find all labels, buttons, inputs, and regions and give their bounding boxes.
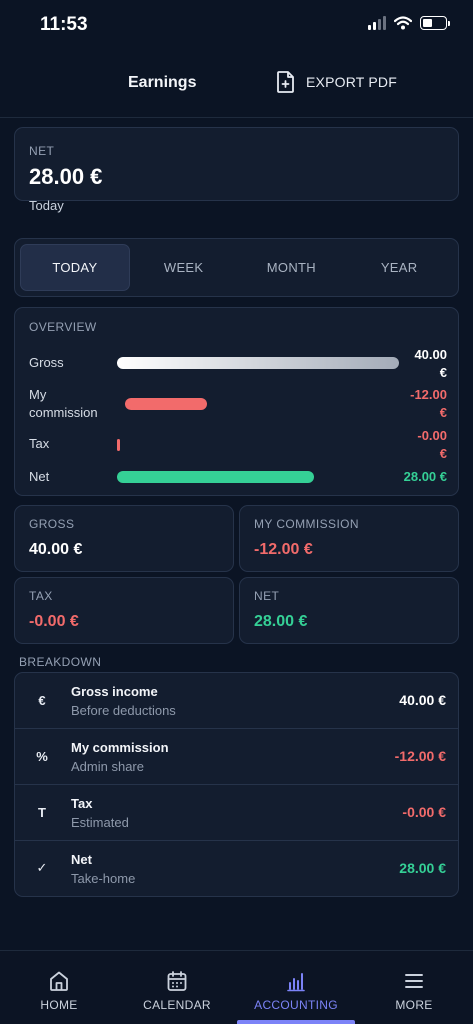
gross-summary-label: GROSS [29,517,75,531]
commission-summary-card: MY COMMISSION -12.00 € [239,505,459,572]
overview-row-tax: Tax -0.00 € [29,427,447,463]
tab-year[interactable]: YEAR [345,244,453,291]
overview-track-commission [125,398,399,410]
commission-summary-value: -12.00 € [254,541,313,558]
net-summary-label: NET [254,589,280,603]
overview-card: OVERVIEW Gross 40.00 € My commission -12.0… [14,307,459,496]
breakdown-title-tax: Tax [71,796,93,811]
gross-summary-card: GROSS 40.00 € [14,505,234,572]
page-title: Earnings [128,74,197,91]
breakdown-title: BREAKDOWN [19,655,102,669]
breakdown-subtitle-net: Take-home [71,871,136,886]
nav-more[interactable]: MORE [355,951,473,1024]
breakdown-subtitle-gross: Before deductions [71,703,176,718]
breakdown-title-commission: My commission [71,740,169,755]
breakdown-row-tax: T Tax Estimated -0.00 € [15,785,458,841]
overview-label-tax: Tax [29,436,50,451]
percent-icon: % [36,748,48,764]
breakdown-title-net: Net [71,852,92,867]
nav-calendar-label: CALENDAR [143,998,211,1012]
tab-week[interactable]: WEEK [130,244,238,291]
euro-icon: € [38,692,46,708]
net-card-period: Today [29,198,64,213]
nav-more-label: MORE [395,998,433,1012]
nav-calendar[interactable]: CALENDAR [118,951,236,1024]
overview-track-gross [117,357,399,369]
overview-row-net: Net 28.00 € [29,468,447,488]
export-pdf-label: EXPORT PDF [306,74,397,90]
status-time: 11:53 [40,14,88,35]
breakdown-value-gross: 40.00 € [399,692,446,708]
net-summary-value: 28.00 € [254,613,308,630]
overview-row-gross: Gross 40.00 € [29,346,447,382]
gross-summary-value: 40.00 € [29,541,83,558]
overview-row-commission: My commission -12.00 € [29,386,447,422]
breakdown-subtitle-tax: Estimated [71,815,129,830]
overview-label-net: Net [29,469,50,484]
breakdown-value-commission: -12.00 € [394,748,446,764]
breakdown-row-gross: € Gross income Before deductions 40.00 € [15,673,458,729]
breakdown-row-net: ✓ Net Take-home 28.00 € [15,841,458,896]
wifi-icon [394,16,412,30]
tax-summary-card: TAX -0.00 € [14,577,234,644]
export-pdf-button[interactable]: EXPORT PDF [276,70,397,94]
overview-title: OVERVIEW [29,320,97,334]
period-tabs: TODAY WEEK MONTH YEAR [14,238,459,297]
tab-month[interactable]: MONTH [238,244,346,291]
commission-summary-label: MY COMMISSION [254,517,359,531]
status-icons [368,16,450,30]
net-card-label: NET [29,144,55,158]
overview-bar-tax [117,439,120,451]
nav-home-label: HOME [40,998,78,1012]
breakdown-list: € Gross income Before deductions 40.00 €… [14,672,459,897]
overview-bar-gross [117,357,399,369]
breakdown-subtitle-commission: Admin share [71,759,144,774]
overview-label-gross: Gross [29,355,64,370]
overview-value-tax: -0.00 € [417,428,447,461]
net-summary-card: NET 28.00 € Today [14,127,459,213]
breakdown-value-net: 28.00 € [399,860,446,876]
overview-value-gross: 40.00 € [414,347,447,380]
tab-today[interactable]: TODAY [20,244,130,291]
bottom-nav: HOME CALENDAR ACCOUNTING MORE [0,950,473,1024]
signal-icon [368,16,386,30]
tax-summary-label: TAX [29,589,53,603]
battery-icon [420,16,450,30]
nav-accounting[interactable]: ACCOUNTING [237,951,355,1024]
net-card-value: 28.00 € [29,164,103,189]
menu-icon [405,974,423,988]
header: Earnings EXPORT PDF [0,52,473,118]
check-icon: ✓ [36,860,48,875]
net-summary-small-card: NET 28.00 € [239,577,459,644]
calendar-icon [167,971,187,991]
active-tab-indicator [237,1020,355,1024]
breakdown-title-gross: Gross income [71,684,158,699]
overview-track-tax [117,439,399,451]
breakdown-value-tax: -0.00 € [402,804,446,820]
overview-label-commission: My commission [29,387,98,420]
home-icon [50,971,68,991]
nav-home[interactable]: HOME [0,951,118,1024]
nav-accounting-label: ACCOUNTING [254,998,338,1012]
overview-bar-commission [125,398,208,410]
tax-icon: T [38,804,46,820]
overview-bar-net [117,471,315,483]
overview-value-net: 28.00 € [403,469,447,484]
overview-track-net [117,471,399,483]
breakdown-row-commission: % My commission Admin share -12.00 € [15,729,458,785]
file-plus-icon [277,71,294,93]
status-bar: 11:53 [0,0,473,52]
tax-summary-value: -0.00 € [29,613,79,630]
overview-value-commission: -12.00 € [410,387,447,420]
bar-chart-icon [287,973,305,992]
